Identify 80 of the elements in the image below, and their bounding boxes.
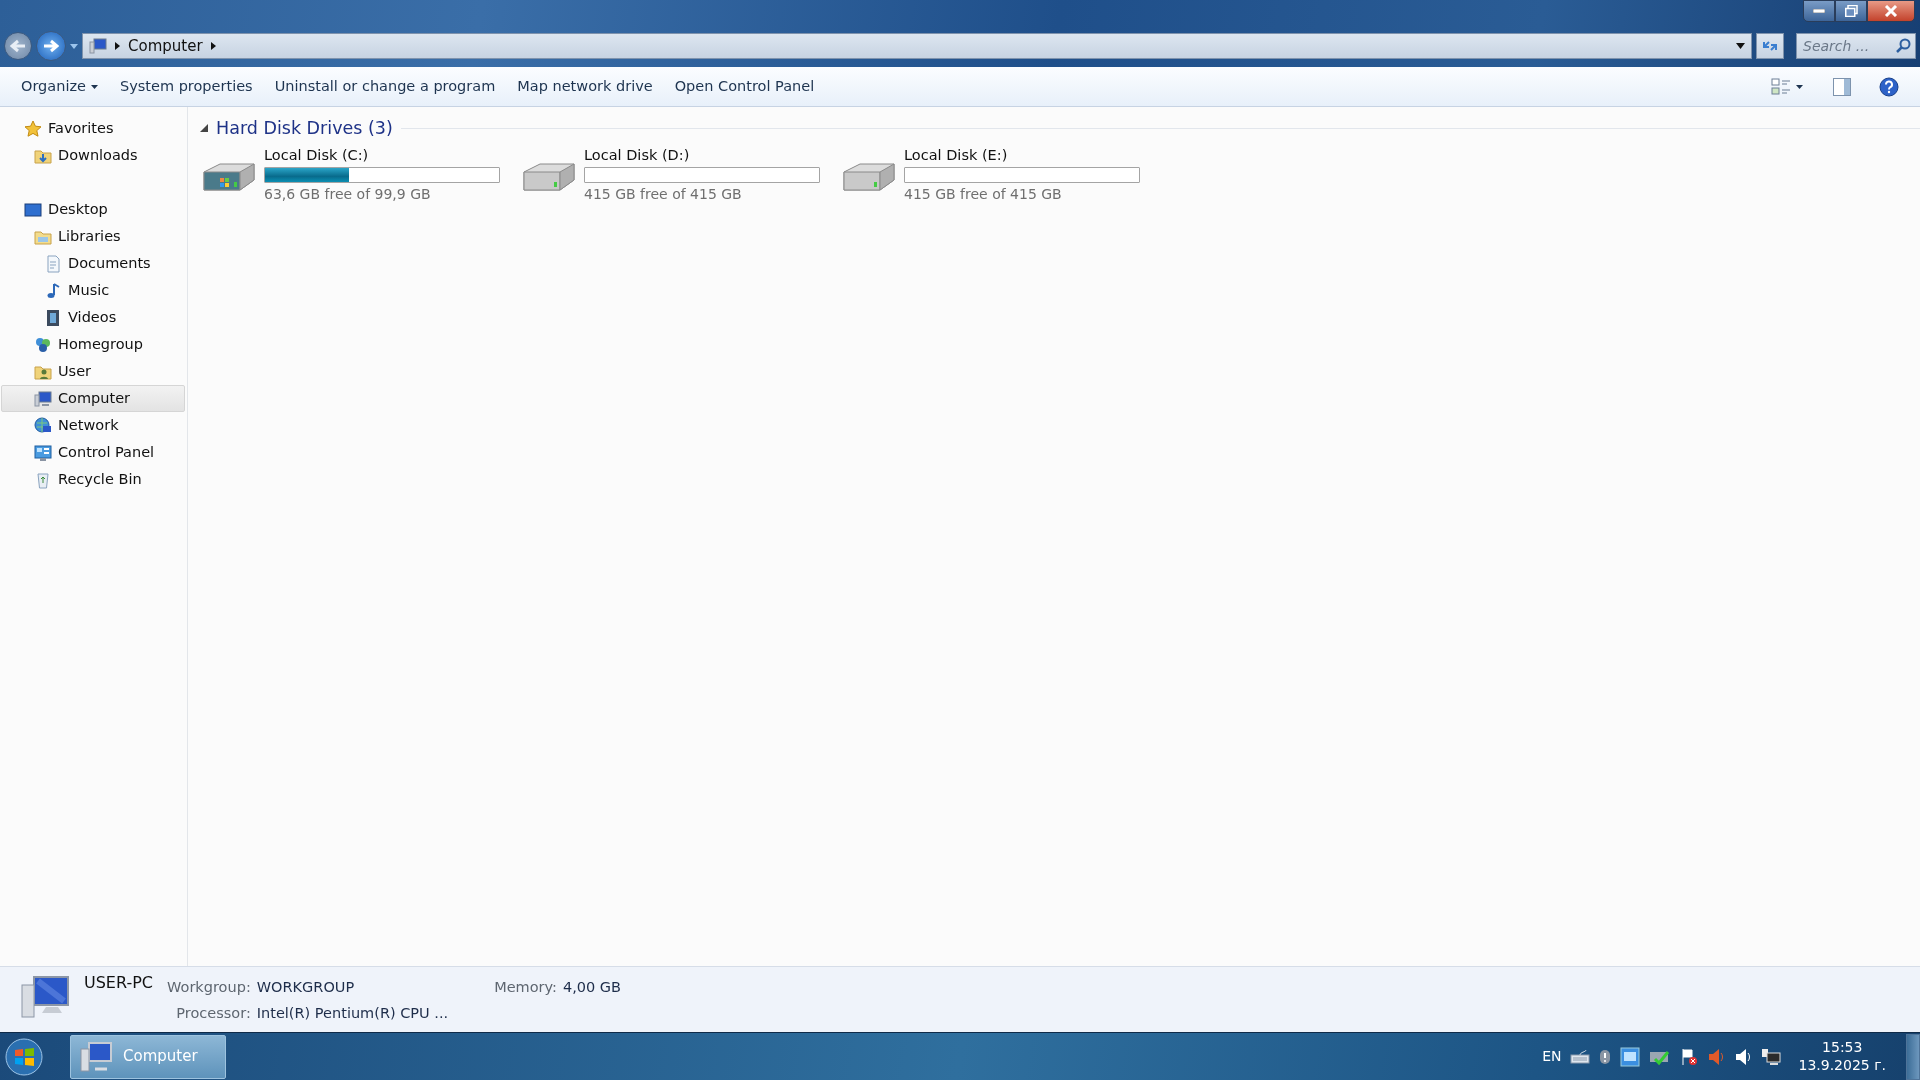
toolbar-button[interactable]: Uninstall or change a program xyxy=(263,71,507,102)
show-desktop-button[interactable] xyxy=(1906,1033,1920,1080)
toolbar-button[interactable]: Map network drive xyxy=(506,71,664,102)
homegroup-icon xyxy=(34,335,52,354)
search-icon xyxy=(1895,38,1911,54)
detail-label: Processor: xyxy=(175,1003,251,1023)
organize-menu-button[interactable]: Organize xyxy=(10,71,109,102)
refresh-button[interactable] xyxy=(1756,33,1784,59)
minimize-button[interactable] xyxy=(1803,0,1835,22)
sidebar-item[interactable]: User xyxy=(1,358,185,385)
desktop-icon xyxy=(24,200,42,219)
star-icon xyxy=(24,119,42,138)
recycle-bin-icon xyxy=(34,470,52,489)
forward-arrow-icon xyxy=(43,39,59,53)
detail-value: 4,00 GB xyxy=(562,978,622,997)
sidebar-item[interactable]: Favorites xyxy=(1,115,185,142)
forward-button[interactable] xyxy=(36,31,66,61)
dropdown-caret-icon xyxy=(90,84,98,89)
back-button[interactable] xyxy=(4,32,32,60)
sidebar-item[interactable]: Computer xyxy=(1,385,185,412)
computer-icon xyxy=(34,389,52,408)
free-space-text: 415 GB free of 415 GB xyxy=(584,186,743,204)
sidebar-item[interactable]: Downloads xyxy=(1,142,185,169)
sidebar-item[interactable]: Control Panel xyxy=(1,439,185,466)
minimize-icon xyxy=(1813,9,1825,13)
pane-icon xyxy=(1833,77,1851,96)
view-list-icon xyxy=(1771,77,1791,96)
refresh-arrows-icon xyxy=(1762,39,1778,53)
drive-name[interactable]: Local Disk (D:) xyxy=(584,147,820,165)
speaker-icon[interactable] xyxy=(1734,1047,1753,1066)
dropdown-caret-icon xyxy=(1796,84,1803,89)
shield-icon[interactable] xyxy=(1599,1048,1612,1065)
drive-name[interactable]: Local Disk (E:) xyxy=(904,147,1140,165)
sidebar-item[interactable]: Desktop xyxy=(1,196,185,223)
app-window-icon[interactable] xyxy=(1620,1046,1641,1067)
toolbar-button[interactable]: System properties xyxy=(108,71,264,102)
sidebar-item[interactable]: Libraries xyxy=(1,223,185,250)
search-field[interactable]: Search ... xyxy=(1796,33,1916,59)
breadcrumb-arrow-icon[interactable] xyxy=(210,42,216,50)
sidebar-item[interactable]: Videos xyxy=(1,304,185,331)
document-icon xyxy=(44,254,62,273)
music-note-icon xyxy=(44,281,62,300)
drive-name[interactable]: Local Disk (C:) xyxy=(264,147,500,165)
restore-button[interactable] xyxy=(1835,0,1867,22)
computer-name: USER-PC xyxy=(84,975,154,994)
computer-icon xyxy=(89,38,107,54)
globe-computer-icon xyxy=(34,416,52,435)
sidebar-item[interactable]: Recycle Bin xyxy=(1,466,185,493)
sidebar-item[interactable]: Documents xyxy=(1,250,185,277)
detail-label: Memory: xyxy=(493,978,557,997)
close-button[interactable] xyxy=(1867,0,1915,22)
flag-error-icon[interactable] xyxy=(1680,1047,1699,1066)
film-icon xyxy=(44,308,62,327)
computer-icon xyxy=(79,1040,113,1073)
network-monitor-icon[interactable] xyxy=(1761,1047,1782,1066)
dropdown-caret-icon[interactable] xyxy=(1736,43,1745,49)
computer-icon xyxy=(20,975,70,1021)
close-icon xyxy=(1884,5,1898,17)
breadcrumb-arrow-icon[interactable] xyxy=(115,42,120,50)
sidebar-item[interactable]: Music xyxy=(1,277,185,304)
toolbar-button[interactable]: Open Control Panel xyxy=(663,71,826,102)
breadcrumb-item[interactable]: Computer xyxy=(128,34,203,58)
back-arrow-icon xyxy=(10,39,26,53)
free-space-text: 63,6 GB free of 99,9 GB xyxy=(264,186,432,204)
sidebar-item[interactable]: Homegroup xyxy=(1,331,185,358)
windows-logo-icon xyxy=(5,1037,43,1076)
help-icon xyxy=(1879,76,1899,97)
free-space-text: 415 GB free of 415 GB xyxy=(904,186,1063,204)
group-title: Hard Disk Drives (3) xyxy=(216,116,393,140)
detail-value: Intel(R) Pentium(R) CPU ... xyxy=(256,1003,449,1023)
language-indicator[interactable]: EN xyxy=(1542,1046,1562,1067)
control-panel-icon xyxy=(34,443,52,462)
detail-value: WORKGROUP xyxy=(256,978,356,997)
keyboard-icon[interactable] xyxy=(1570,1049,1591,1064)
detail-label: Workgroup: xyxy=(167,978,251,997)
address-bar[interactable]: Computer xyxy=(82,33,1752,59)
collapse-triangle-icon[interactable] xyxy=(200,124,208,132)
sidebar-item[interactable]: Network xyxy=(1,412,185,439)
clock[interactable]: 15:53 13.9.2025 г. xyxy=(1798,1039,1886,1074)
restore-icon xyxy=(1844,5,1858,17)
